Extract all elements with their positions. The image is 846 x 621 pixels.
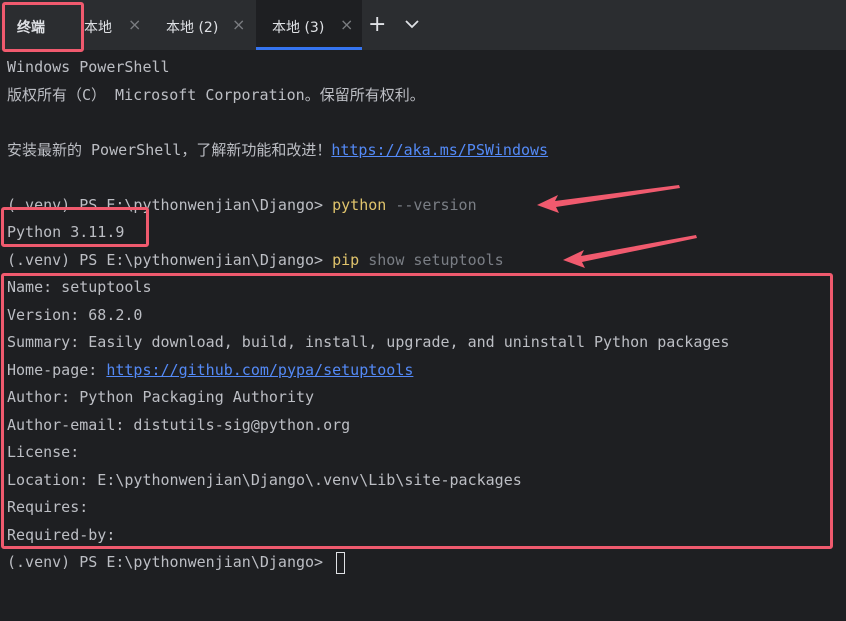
pip-summary: Summary: Easily download, build, install… — [7, 333, 730, 351]
pip-homepage: Home-page: https://github.com/pypa/setup… — [7, 359, 846, 387]
tab-bar: 终端 本地 × 本地 (2) × 本地 (3) × + — [0, 0, 846, 50]
pip-license: License: — [7, 443, 80, 461]
prompt: (.venv) PS E:\pythonwenjian\Django> — [7, 250, 333, 269]
current-prompt-line: (.venv) PS E:\pythonwenjian\Django> — [7, 551, 846, 579]
close-icon[interactable]: × — [128, 15, 141, 34]
terminal-title[interactable]: 终端 — [17, 17, 45, 37]
install-text: 安装最新的 PowerShell，了解新功能和改进！ — [7, 140, 332, 159]
terminal-output[interactable]: Windows PowerShell 版权所有（C） Microsoft Cor… — [7, 56, 846, 579]
tab-label: 本地 (2) — [166, 20, 219, 36]
homepage-link[interactable]: https://github.com/pypa/setuptools — [106, 361, 413, 379]
pip-location: Location: E:\pythonwenjian\Django\.venv\… — [7, 470, 522, 489]
pip-author: Author: Python Packaging Authority — [7, 388, 315, 406]
install-link[interactable]: https://aka.ms/PSWindows — [331, 141, 548, 159]
pip-requires: Requires: — [7, 498, 89, 516]
homepage-label: Home-page: — [7, 360, 107, 379]
command-line-pip: (.venv) PS E:\pythonwenjian\Django> pip … — [7, 249, 846, 277]
command-line-python: (.venv) PS E:\pythonwenjian\Django> pyth… — [7, 194, 846, 222]
tab-label: 本地 — [84, 20, 112, 36]
text-cursor — [336, 551, 346, 574]
command-args: show setuptools — [359, 250, 504, 269]
close-icon[interactable]: × — [232, 15, 245, 34]
copyright-line: 版权所有（C） Microsoft Corporation。保留所有权利。 — [7, 85, 425, 104]
pip-author-email: Author-email: distutils-sig@python.org — [7, 415, 351, 434]
chevron-down-icon[interactable] — [402, 14, 422, 34]
plus-icon[interactable]: + — [368, 12, 386, 37]
close-icon[interactable]: × — [340, 15, 353, 34]
prompt: (.venv) PS E:\pythonwenjian\Django> — [7, 553, 333, 571]
command-args: --version — [386, 195, 477, 214]
pip-name: Name: setuptools — [7, 278, 152, 296]
install-line: 安装最新的 PowerShell，了解新功能和改进！https://aka.ms… — [7, 139, 846, 167]
tab-local-3[interactable]: 本地 (3) × — [256, 0, 362, 50]
pip-version: Version: 68.2.0 — [7, 305, 143, 324]
python-version-output: Python 3.11.9 — [7, 223, 125, 241]
prompt: (.venv) PS E:\pythonwenjian\Django> — [7, 195, 333, 214]
tab-label: 本地 (3) — [272, 20, 325, 36]
tab-local-2[interactable]: 本地 (2) × — [152, 0, 256, 50]
tab-local-1[interactable]: 本地 × — [82, 0, 152, 50]
command: python — [332, 195, 387, 214]
pip-required-by: Required-by: — [7, 525, 116, 544]
header-line: Windows PowerShell — [7, 58, 170, 76]
command: pip — [332, 250, 360, 269]
